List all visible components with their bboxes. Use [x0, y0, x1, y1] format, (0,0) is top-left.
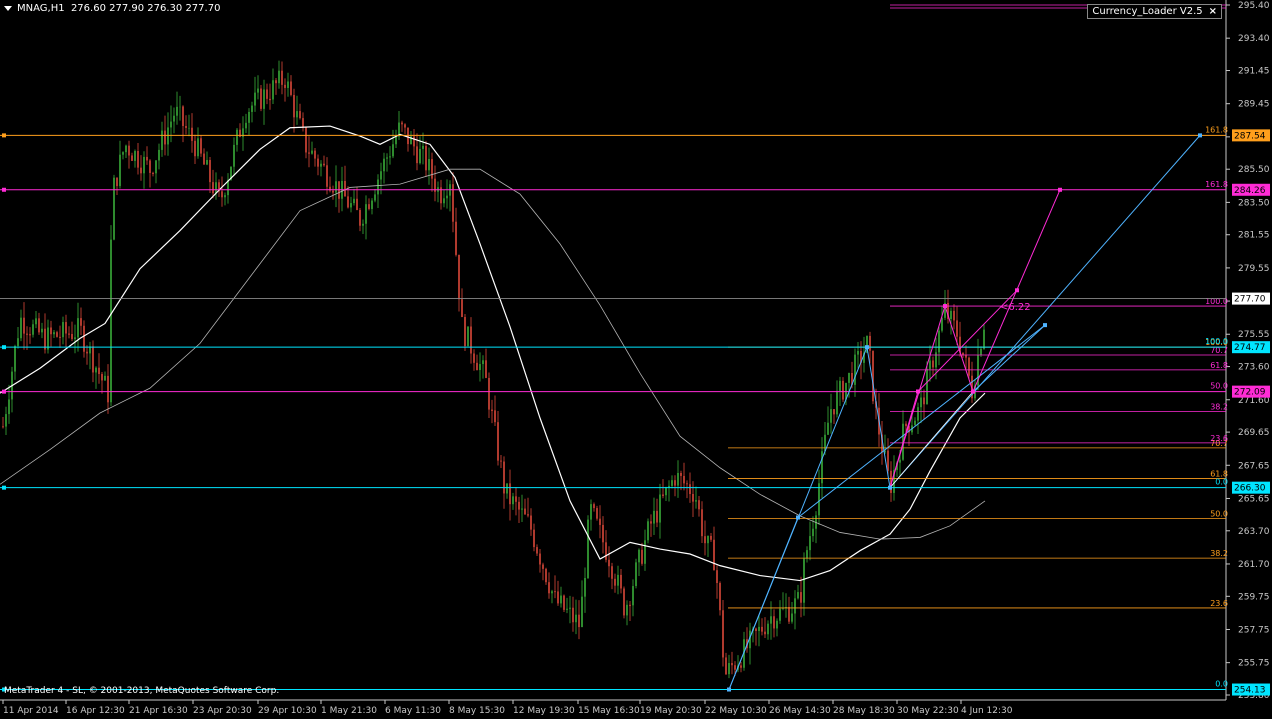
time-tick-label: 4 Jun 12:30 — [961, 706, 1013, 716]
time-tick-label: 8 May 15:30 — [449, 706, 505, 716]
level-anchor-point — [2, 133, 6, 138]
time-tick-label: 28 May 18:30 — [833, 706, 895, 716]
price-tag-label: 284.26 — [1234, 186, 1266, 196]
level-anchor-point — [2, 389, 6, 394]
slow-ma-line — [0, 168, 986, 540]
price-tick-label: 293.40 — [1238, 34, 1270, 44]
level-tag: 161.8 — [1205, 180, 1228, 189]
fib-tag-orange: 38.2 — [1210, 549, 1228, 558]
pattern-point-magenta — [971, 389, 975, 394]
time-tick-label: 12 May 19:30 — [513, 706, 575, 716]
time-tick-label: 29 Apr 10:30 — [258, 706, 317, 716]
pattern-point-blue — [1198, 133, 1202, 138]
pattern-line-magenta — [889, 391, 919, 488]
time-tick-label: 30 May 22:30 — [897, 706, 959, 716]
indicator-name: Currency_Loader V2.5 — [1092, 6, 1203, 17]
fib-tag-magenta: 38.2 — [1210, 402, 1228, 411]
pattern-point-blue — [1043, 323, 1047, 328]
price-tick-label: 273.60 — [1238, 363, 1270, 373]
price-tag-label: 254.13 — [1234, 686, 1266, 696]
level-tag: 50.0 — [1210, 382, 1228, 391]
level-tag: 0.0 — [1215, 680, 1228, 689]
close-icon[interactable]: × — [1209, 6, 1217, 17]
fib-tag-magenta: 61.8 — [1210, 361, 1228, 370]
time-tick-label: 23 Apr 20:30 — [193, 706, 252, 716]
projection-line — [797, 324, 1046, 518]
symbol-header: MNAG,H1 276.60 277.90 276.30 277.70 — [4, 3, 220, 14]
pattern-point-blue — [796, 515, 800, 520]
current-price-label: 277.70 — [1234, 295, 1266, 305]
level-tag: 100.0 — [1205, 337, 1228, 346]
price-tick-label: 289.45 — [1238, 100, 1270, 110]
dropdown-triangle-icon[interactable] — [4, 5, 12, 11]
pattern-annotation: <6.22 — [1000, 302, 1031, 313]
price-tick-label: 267.65 — [1238, 461, 1270, 471]
price-tag-label: 266.30 — [1234, 484, 1266, 494]
pattern-point-magenta — [916, 389, 920, 394]
price-tick-label: 263.70 — [1238, 527, 1270, 537]
time-tick-label: 19 May 20:30 — [640, 706, 702, 716]
pattern-point-magenta — [1015, 288, 1019, 293]
pattern-point-blue — [865, 345, 869, 350]
level-tag: 161.8 — [1205, 125, 1228, 134]
pattern-point-blue — [727, 687, 731, 692]
time-tick-label: 16 Apr 12:30 — [66, 706, 125, 716]
level-anchor-point — [2, 345, 6, 350]
price-tag-label: 272.09 — [1234, 388, 1266, 398]
fib-tag-orange: 50.0 — [1210, 509, 1228, 518]
fib-tag-orange: 23.6 — [1210, 599, 1228, 608]
price-tick-label: 281.55 — [1238, 231, 1270, 241]
price-tick-label: 275.55 — [1238, 330, 1270, 340]
price-chart[interactable]: 295.40293.40291.45289.45287.45285.50283.… — [0, 0, 1272, 719]
pattern-point-magenta — [1058, 187, 1062, 192]
level-anchor-point — [2, 485, 6, 490]
fib-tag-magenta: 23.6 — [1210, 434, 1228, 443]
price-tick-label: 279.55 — [1238, 264, 1270, 274]
wave-line — [728, 517, 799, 690]
copyright-text: MetaTrader 4 - SL, © 2001-2013, MetaQuot… — [4, 686, 280, 696]
price-tag-label: 287.54 — [1234, 131, 1266, 141]
price-tick-label: 285.50 — [1238, 165, 1270, 175]
price-tick-label: 291.45 — [1238, 67, 1270, 77]
level-anchor-point — [2, 187, 6, 192]
projection-line — [889, 135, 1201, 488]
time-tick-label: 21 Apr 16:30 — [129, 706, 188, 716]
time-tick-label: 26 May 14:30 — [769, 706, 831, 716]
price-tick-label: 259.75 — [1238, 592, 1270, 602]
indicator-label[interactable]: Currency_Loader V2.5 × — [1087, 4, 1222, 19]
time-tick-label: 11 Apr 2014 — [3, 706, 59, 716]
wave-line — [866, 347, 891, 488]
time-tick-label: 15 May 16:30 — [578, 706, 640, 716]
pattern-point-magenta — [943, 304, 947, 309]
time-tick-label: 6 May 11:30 — [385, 706, 441, 716]
price-tick-label: 257.75 — [1238, 625, 1270, 635]
pattern-point-blue — [888, 485, 892, 490]
time-tick-label: 1 May 21:30 — [321, 706, 377, 716]
time-tick-label: 22 May 10:30 — [705, 706, 767, 716]
price-tick-label: 265.65 — [1238, 494, 1270, 504]
price-tick-label: 283.50 — [1238, 198, 1270, 208]
price-tag-label: 274.77 — [1234, 343, 1266, 353]
price-tick-label: 261.70 — [1238, 560, 1270, 570]
fast-ma-line — [0, 125, 986, 582]
price-tick-label: 269.65 — [1238, 428, 1270, 438]
candles-group — [2, 60, 985, 679]
pattern-line-magenta — [944, 305, 974, 392]
price-tick-label: 295.40 — [1238, 1, 1270, 11]
level-tag: 0.0 — [1215, 478, 1228, 487]
price-tick-label: 255.75 — [1238, 659, 1270, 669]
symbol-quote: MNAG,H1 276.60 277.90 276.30 277.70 — [17, 3, 221, 14]
